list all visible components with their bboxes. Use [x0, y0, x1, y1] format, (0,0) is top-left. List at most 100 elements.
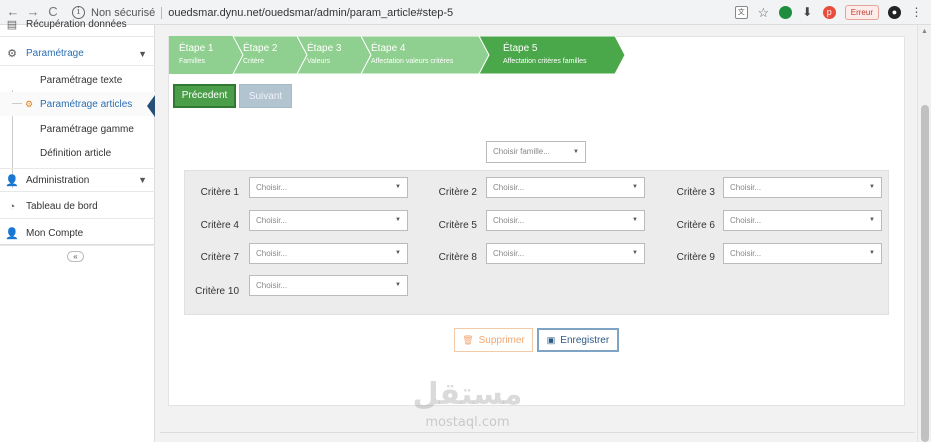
- wizard-steps: Étape 1 Familles Étape 2 Critère Étape 3…: [169, 36, 625, 74]
- wizard-step-5[interactable]: Étape 5 Affectation critères familles: [493, 36, 587, 74]
- translate-icon[interactable]: 文: [734, 6, 748, 19]
- submenu-item-gamme[interactable]: Paramétrage gamme: [0, 117, 155, 141]
- sidebar: ▤ Récupération données ⚙ Paramétrage ▼ P…: [0, 19, 155, 442]
- previous-button[interactable]: Précedent: [173, 84, 236, 108]
- download-icon: ▤: [6, 19, 18, 31]
- star-icon[interactable]: ☆: [757, 6, 770, 19]
- error-badge[interactable]: Erreur: [844, 5, 879, 20]
- chevron-down-icon: ▼: [138, 48, 147, 59]
- step-number: Étape 5: [503, 43, 538, 54]
- criteria-select-value: Choisir...: [730, 183, 762, 192]
- family-select-value: Choisir famille...: [493, 147, 550, 156]
- caret-down-icon: ▼: [632, 250, 638, 256]
- sidebar-item-label: Administration: [26, 174, 90, 186]
- criteria-select-9[interactable]: Choisir... ▼: [723, 243, 882, 264]
- step-subtitle: Valeurs: [307, 58, 331, 65]
- browser-actions: 文 ☆ ⬇ p Erreur ● ⋮: [734, 3, 923, 22]
- step-subtitle: Familles: [179, 58, 206, 65]
- sidebar-item-parametrage[interactable]: ⚙ Paramétrage ▼: [0, 42, 155, 66]
- submenu-item-label: Paramétrage articles: [40, 98, 133, 110]
- caret-down-icon: ▼: [395, 250, 401, 256]
- download-icon[interactable]: ⬇: [801, 6, 814, 19]
- criteria-select-value: Choisir...: [493, 216, 525, 225]
- sidebar-item-label: Paramétrage: [26, 48, 84, 59]
- delete-label: Supprimer: [478, 335, 525, 346]
- criteria-select-value: Choisir...: [256, 183, 288, 192]
- url-separator: [161, 6, 163, 19]
- criteria-select-value: Choisir...: [730, 249, 762, 258]
- criteria-select-6[interactable]: Choisir... ▼: [723, 210, 882, 231]
- criteria-label: Critère 2: [438, 187, 477, 198]
- user-icon: 👤: [5, 228, 19, 240]
- sidebar-item-label: Tableau de bord: [26, 201, 98, 212]
- criteria-label: Critère 10: [195, 286, 239, 297]
- profile-avatar-icon[interactable]: ●: [888, 6, 901, 19]
- submenu-item-definition[interactable]: Définition article: [0, 141, 155, 165]
- criteria-label: Critère 5: [438, 220, 477, 231]
- sidebar-item-tableau[interactable]: ◔ Tableau de bord: [0, 195, 155, 219]
- criteria-select-3[interactable]: Choisir... ▼: [723, 177, 882, 198]
- url-text[interactable]: ouedsmar.dynu.net/ouedsmar/admin/param_a…: [168, 7, 453, 19]
- extension-green-icon[interactable]: [778, 6, 792, 19]
- address-bar[interactable]: i Non sécurisé ouedsmar.dynu.net/ouedsma…: [72, 3, 772, 22]
- criteria-select-value: Choisir...: [256, 249, 288, 258]
- submenu-item-texte[interactable]: Paramétrage texte: [0, 68, 155, 92]
- dashboard-icon: ◔: [8, 200, 16, 213]
- criteria-select-2[interactable]: Choisir... ▼: [486, 177, 645, 198]
- scrollbar-thumb[interactable]: [921, 105, 929, 442]
- step-number: Étape 2: [243, 43, 278, 54]
- criteria-label: Critère 9: [676, 252, 715, 263]
- floppy-icon: ▣: [546, 335, 556, 345]
- wizard-step-4[interactable]: Étape 4 Affectation valeurs critères: [361, 36, 453, 74]
- criteria-select-1[interactable]: Choisir... ▼: [249, 177, 408, 198]
- step-subtitle: Critère: [243, 58, 265, 65]
- criteria-select-5[interactable]: Choisir... ▼: [486, 210, 645, 231]
- caret-down-icon: ▼: [395, 217, 401, 223]
- criteria-label: Critère 8: [438, 252, 477, 263]
- sidebar-item-administration[interactable]: 👤 Administration ▼: [0, 168, 155, 192]
- scroll-up-icon[interactable]: ▲: [921, 28, 928, 35]
- wizard-step-3[interactable]: Étape 3 Valeurs: [297, 36, 341, 74]
- family-select[interactable]: Choisir famille... ▼: [486, 141, 586, 163]
- sidebar-item-label: Récupération données: [26, 19, 127, 30]
- caret-down-icon: ▼: [395, 282, 401, 288]
- criteria-select-7[interactable]: Choisir... ▼: [249, 243, 408, 264]
- menu-icon[interactable]: ⋮: [910, 6, 923, 19]
- delete-button[interactable]: 🗑 Supprimer: [454, 328, 533, 352]
- criteria-select-value: Choisir...: [493, 183, 525, 192]
- watermark-arabic: مستقل: [412, 377, 523, 412]
- caret-down-icon: ▼: [632, 184, 638, 190]
- caret-down-icon: ▼: [395, 184, 401, 190]
- collapse-sidebar-button[interactable]: «: [67, 251, 84, 262]
- wizard-step-1[interactable]: Étape 1 Familles: [169, 36, 213, 74]
- criteria-label: Critère 7: [200, 252, 239, 263]
- step-subtitle: Affectation critères familles: [503, 58, 587, 65]
- criteria-select-8[interactable]: Choisir... ▼: [486, 243, 645, 264]
- next-button[interactable]: Suivant: [239, 84, 292, 108]
- criteria-label: Critère 3: [676, 187, 715, 198]
- gears-icon: ⚙: [25, 98, 34, 109]
- wizard-step-2[interactable]: Étape 2 Critère: [233, 36, 277, 74]
- submenu-item-label: Paramétrage gamme: [40, 123, 134, 135]
- criteria-select-4[interactable]: Choisir... ▼: [249, 210, 408, 231]
- criteria-select-value: Choisir...: [493, 249, 525, 258]
- pinterest-icon[interactable]: p: [822, 6, 836, 19]
- criteria-label: Critère 4: [200, 220, 239, 231]
- submenu-item-articles[interactable]: ⚙ Paramétrage articles: [0, 92, 155, 116]
- gears-icon: ⚙: [7, 48, 17, 60]
- caret-down-icon: ▼: [573, 149, 579, 155]
- page-scrollbar[interactable]: ▲: [917, 25, 931, 442]
- caret-down-icon: ▼: [869, 184, 875, 190]
- trash-icon: 🗑: [462, 335, 474, 345]
- caret-down-icon: ▼: [632, 217, 638, 223]
- sidebar-item-recuperation[interactable]: ▤ Récupération données: [0, 13, 155, 37]
- sidebar-item-compte[interactable]: 👤 Mon Compte: [0, 222, 155, 246]
- step-subtitle: Affectation valeurs critères: [371, 58, 454, 65]
- criteria-select-value: Choisir...: [256, 281, 288, 290]
- criteria-select-10[interactable]: Choisir... ▼: [249, 275, 408, 296]
- step-number: Étape 1: [179, 43, 214, 54]
- caret-down-icon: ▼: [869, 217, 875, 223]
- save-button[interactable]: ▣ Enregistrer: [537, 328, 619, 352]
- step-number: Étape 4: [371, 43, 406, 54]
- sidebar-item-label: Mon Compte: [26, 228, 84, 239]
